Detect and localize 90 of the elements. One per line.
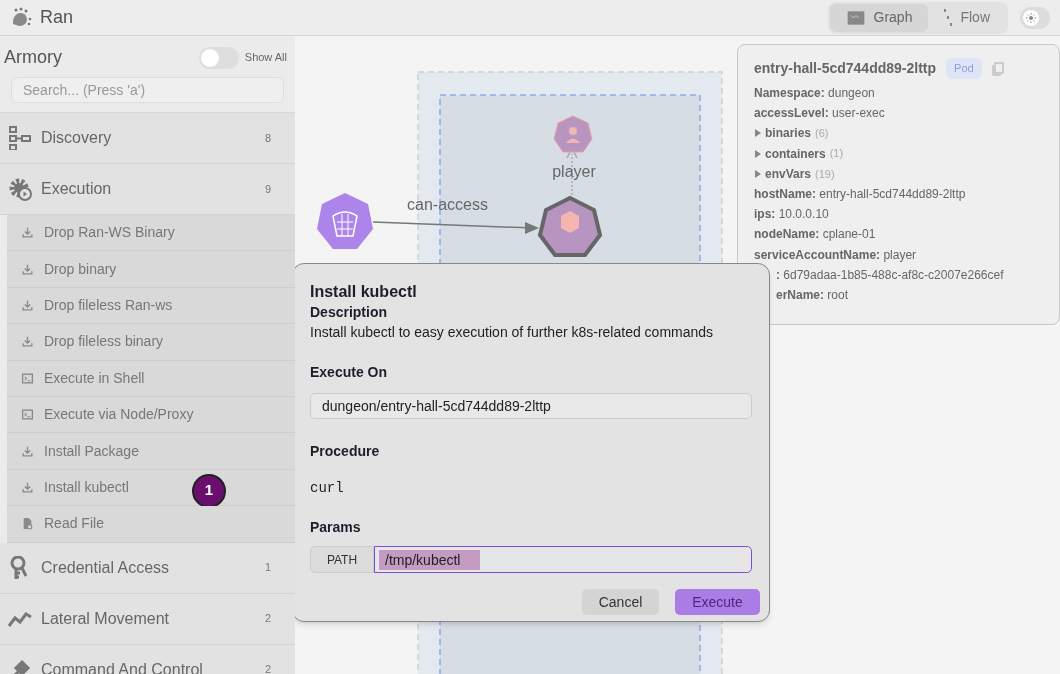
copy-icon[interactable] bbox=[991, 61, 1004, 76]
structure-icon bbox=[8, 126, 32, 150]
category-label: Credential Access bbox=[41, 557, 171, 578]
technique-item[interactable]: Read File bbox=[7, 506, 295, 543]
sun-icon bbox=[1023, 9, 1039, 26]
technique-label: Drop Ran-WS Binary bbox=[44, 223, 175, 243]
technique-label: Install Package bbox=[44, 441, 139, 461]
gear-icon bbox=[8, 177, 32, 201]
ran-node bbox=[317, 193, 373, 249]
caret-right-icon bbox=[754, 149, 761, 158]
caret-right-icon bbox=[754, 169, 761, 178]
technique-label: Read File bbox=[44, 514, 104, 534]
execute-button[interactable]: Execute bbox=[675, 589, 760, 615]
app-title: Ran bbox=[40, 6, 74, 29]
category-label: Discovery bbox=[41, 128, 113, 148]
property-text: : 6d79adaa-1b85-488c-af8c-c2007e266cef bbox=[776, 266, 1004, 284]
technique-label: Install kubectl bbox=[44, 477, 129, 497]
download-icon bbox=[21, 335, 34, 349]
category-row[interactable]: Discovery 8 bbox=[0, 113, 295, 164]
technique-item[interactable]: Install kubectl 1 bbox=[7, 469, 295, 507]
technique-label: Drop binary bbox=[44, 259, 117, 279]
execute-on-field[interactable]: dungeon/entry-hall-5cd744dd89-2lttp bbox=[310, 393, 752, 419]
param-name: PATH bbox=[310, 546, 374, 573]
tree-toggle[interactable]: binaries (6) bbox=[754, 124, 829, 143]
param-field[interactable]: /tmp/kubectl bbox=[374, 546, 752, 573]
download-icon bbox=[21, 444, 34, 458]
property-text: serviceAccountName: player bbox=[754, 246, 917, 264]
player-node bbox=[553, 115, 593, 153]
property-text: Namespace: dungeon bbox=[754, 85, 875, 103]
cancel-button[interactable]: Cancel bbox=[582, 589, 659, 615]
section-heading: Params bbox=[310, 518, 362, 537]
search-field[interactable]: Search... (Press 'a') bbox=[11, 77, 284, 103]
procedure-code: curl bbox=[310, 479, 345, 498]
technique-item[interactable]: Install Package bbox=[7, 433, 295, 470]
property-text: nodeName: cplane-01 bbox=[754, 226, 876, 244]
download-icon bbox=[21, 226, 34, 240]
technique-item[interactable]: Drop Ran-WS Binary bbox=[7, 215, 295, 252]
sidebar-title: Armory bbox=[4, 46, 62, 69]
terminal-icon bbox=[21, 371, 34, 385]
category-row[interactable]: Credential Access 1 bbox=[0, 542, 295, 594]
download-icon bbox=[21, 262, 34, 276]
file-icon bbox=[21, 517, 34, 531]
category-row[interactable]: Execution 9 bbox=[0, 164, 295, 215]
show-all-label: Show All bbox=[244, 50, 287, 66]
dialog-title: Install kubectl bbox=[310, 282, 418, 302]
property-text: ips: 10.0.0.10 bbox=[754, 206, 829, 224]
technique-item[interactable]: Drop binary bbox=[7, 251, 295, 288]
download-icon bbox=[21, 480, 34, 494]
download-icon bbox=[21, 298, 34, 312]
show-all-toggle[interactable] bbox=[198, 46, 239, 69]
count-label: 2 bbox=[264, 611, 271, 627]
count-label: 2 bbox=[264, 662, 271, 674]
dotted-path-icon bbox=[944, 9, 953, 26]
category-label: Lateral Movement bbox=[41, 608, 171, 629]
category-label: Execution bbox=[41, 179, 113, 199]
logo-icon bbox=[10, 6, 32, 29]
caret-right-icon bbox=[754, 129, 761, 138]
terminal-icon bbox=[21, 408, 34, 422]
section-heading: Execute On bbox=[310, 363, 389, 382]
node-label: player bbox=[552, 163, 596, 180]
pod-node bbox=[537, 195, 603, 257]
property-text: hostName: entry-hall-5cd744dd89-2lttp bbox=[754, 186, 966, 204]
technique-label: Drop fileless Ran-ws bbox=[44, 295, 173, 315]
technique-label: Drop fileless binary bbox=[44, 332, 164, 352]
step-marker: 1 bbox=[192, 473, 226, 508]
count-label: 8 bbox=[264, 130, 271, 146]
edge-label: can-access bbox=[407, 196, 488, 213]
kind-tag: Pod bbox=[946, 58, 982, 79]
technique-item[interactable]: Drop fileless Ran-ws bbox=[7, 287, 295, 325]
section-heading: Procedure bbox=[310, 442, 381, 461]
category-row[interactable]: Command And Control 2 bbox=[0, 644, 295, 674]
category-row[interactable]: Lateral Movement 2 bbox=[0, 593, 295, 645]
property-text: erName: root bbox=[776, 286, 849, 304]
count-label: 1 bbox=[264, 560, 271, 576]
technique-item[interactable]: Execute in Shell bbox=[7, 360, 295, 397]
tree-toggle[interactable]: containers (1) bbox=[754, 144, 844, 163]
view-tab[interactable]: Graph bbox=[829, 3, 929, 32]
count-label: 9 bbox=[264, 181, 271, 197]
technique-label: Execute in Shell bbox=[44, 368, 145, 388]
view-tab[interactable]: Flow bbox=[928, 3, 1006, 32]
description-text: Install kubectl to easy execution of further k8s-related commands bbox=[310, 323, 715, 342]
property-text: accessLevel: user-exec bbox=[754, 105, 885, 123]
tree-toggle[interactable]: envVars (19) bbox=[754, 164, 835, 183]
technique-label: Execute via Node/Proxy bbox=[44, 405, 194, 425]
theme-toggle[interactable] bbox=[1020, 6, 1050, 29]
technique-item[interactable]: Drop fileless binary bbox=[7, 324, 295, 361]
technique-item[interactable]: Execute via Node/Proxy bbox=[7, 396, 295, 434]
details-title: entry-hall-5cd744dd89-2lttp bbox=[754, 59, 937, 78]
category-label: Command And Control bbox=[41, 659, 204, 674]
section-heading: Description bbox=[310, 303, 388, 322]
